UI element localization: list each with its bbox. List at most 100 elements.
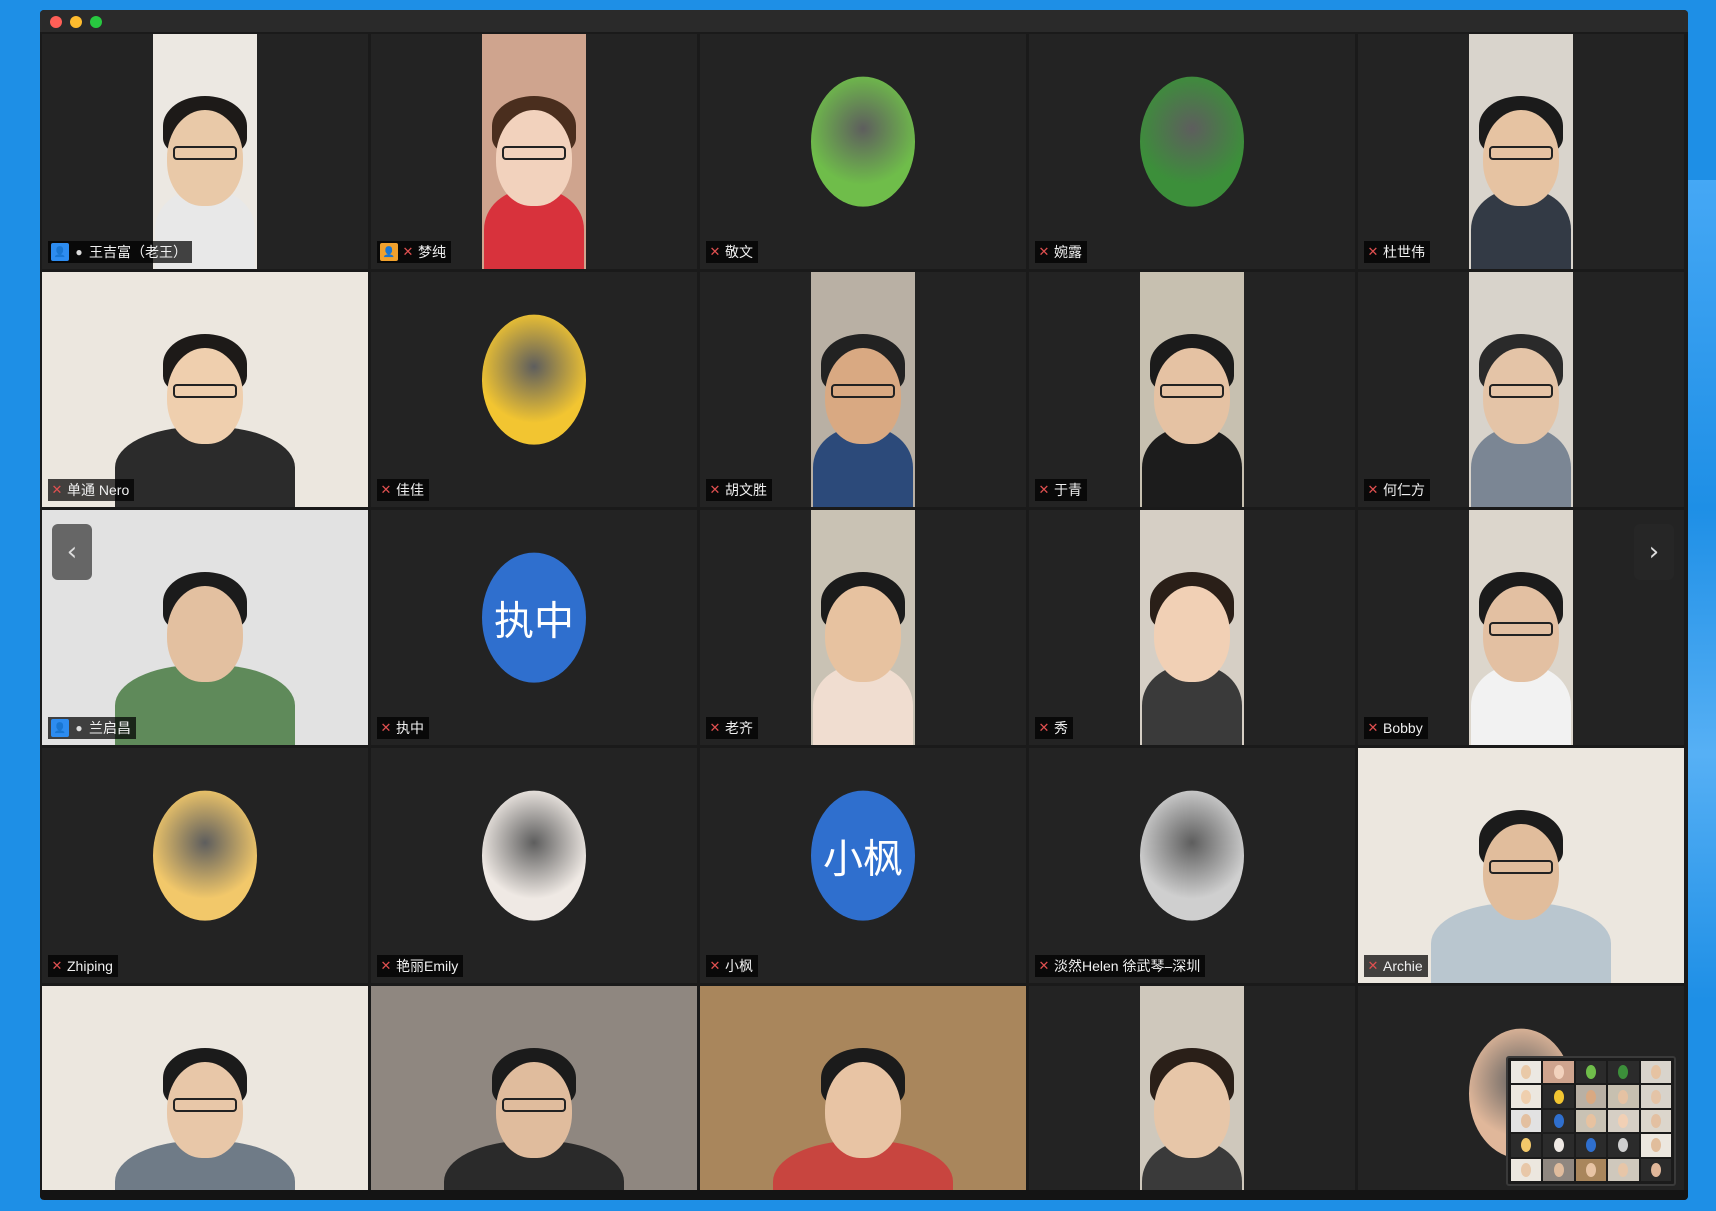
participant-name: 秀	[1054, 720, 1068, 736]
participant-tile[interactable]: ✕ Archie	[1358, 748, 1684, 983]
thumbnail-face	[1618, 1113, 1629, 1128]
participant-name-tag: ✕ Archie	[1364, 955, 1428, 977]
participant-name-tag: ✕ 杜世伟	[1364, 241, 1430, 263]
muted-microphone-icon: ✕	[1367, 720, 1379, 735]
participant-name: 老齐	[725, 720, 753, 736]
thumbnail-face	[1585, 1065, 1596, 1080]
participant-tile[interactable]: ✕冬冬	[700, 986, 1026, 1200]
name-initials-avatar: 小枫	[811, 790, 915, 921]
next-page-button[interactable]: ›	[1634, 524, 1674, 580]
glasses	[502, 1098, 566, 1112]
participant-name: Bobby	[1383, 720, 1423, 736]
participant-name: Zhiping	[67, 958, 113, 974]
microphone-icon: ●	[75, 245, 83, 259]
thumbnail-cell	[1640, 1134, 1671, 1157]
participant-video	[1469, 34, 1573, 269]
participant-tile[interactable]: 执中 ✕ 执中	[371, 510, 697, 745]
thumbnail-cell	[1543, 1134, 1574, 1157]
cat-illustration-icon	[811, 76, 915, 207]
participant-video	[1140, 272, 1244, 507]
participant-video	[1358, 748, 1684, 983]
participant-tile[interactable]: ✕ 淡然Helen 徐武琴–深圳	[1029, 748, 1355, 983]
participant-video	[42, 272, 368, 507]
participant-tile[interactable]: 👤 ● 王吉富（老王）	[42, 34, 368, 269]
glasses	[831, 384, 895, 398]
participant-video	[700, 986, 1026, 1200]
participant-tile[interactable]: ✕新丽	[1029, 986, 1355, 1200]
participant-tile[interactable]: ✕ 何仁方	[1358, 272, 1684, 507]
participant-tile[interactable]: ✕ 单通 Nero	[42, 272, 368, 507]
woman-portrait-icon	[482, 790, 586, 921]
participant-video	[371, 986, 697, 1200]
participant-name-tag: ✕ 淡然Helen 徐武琴–深圳	[1035, 955, 1206, 977]
participant-name-tag: 👤 ● 兰启昌	[48, 717, 136, 739]
participant-name-tag: ✕ 何仁方	[1364, 479, 1430, 501]
thumbnail-cell	[1543, 1109, 1574, 1133]
host-badge-icon: 👤	[51, 243, 69, 261]
participant-video	[1140, 510, 1244, 745]
thumbnail-face	[1521, 1162, 1532, 1177]
participant-tile[interactable]: ✕晓晓	[42, 986, 368, 1200]
title-bar	[40, 10, 1688, 32]
participant-tile[interactable]: ✕ 敬文	[700, 34, 1026, 269]
participant-tile[interactable]: ✕ 老齐	[700, 510, 1026, 745]
glasses	[502, 146, 566, 160]
thumbnail-face	[1521, 1113, 1532, 1128]
participant-face	[1154, 1062, 1230, 1158]
thumbnail-face	[1650, 1138, 1661, 1153]
participant-tile[interactable]: ✕frank	[371, 986, 697, 1200]
lotus-flower-icon	[1140, 76, 1244, 207]
participant-name-tag: 👤 ✕ 梦纯	[377, 241, 451, 263]
participant-name-tag: ✕ 执中	[377, 717, 429, 739]
thumbnail-cell	[1511, 1061, 1542, 1084]
microphone-icon: ●	[75, 721, 83, 735]
thumbnail-cell	[1575, 1061, 1607, 1084]
minimize-window-button[interactable]	[70, 16, 82, 28]
thumbnail-cell	[1543, 1158, 1574, 1181]
thumbnail-cell	[1511, 1158, 1542, 1181]
participant-tile[interactable]: ✕ 胡文胜	[700, 272, 1026, 507]
thumbnail-face	[1553, 1138, 1564, 1153]
participant-name: 婉露	[1054, 244, 1082, 260]
maximize-window-button[interactable]	[90, 16, 102, 28]
participant-tile[interactable]: ✕ 佳佳	[371, 272, 697, 507]
participant-name: 小枫	[725, 958, 753, 974]
thumbnail-face	[1618, 1065, 1629, 1080]
participant-tile[interactable]: ✕ 秀	[1029, 510, 1355, 745]
participant-tile[interactable]: 👤 ✕ 梦纯	[371, 34, 697, 269]
thumbnail-face	[1585, 1089, 1596, 1104]
muted-microphone-icon: ✕	[380, 482, 392, 497]
woman-portrait-icon	[1140, 790, 1244, 921]
close-window-button[interactable]	[50, 16, 62, 28]
participant-video	[1469, 272, 1573, 507]
participant-name-tag: ✕ 小枫	[706, 955, 758, 977]
thumbnail-cell	[1608, 1061, 1639, 1084]
thumbnail-face	[1553, 1113, 1564, 1128]
participant-tile[interactable]: 小枫 ✕ 小枫	[700, 748, 1026, 983]
thumbnail-face	[1650, 1089, 1661, 1104]
muted-microphone-icon: ✕	[1038, 720, 1050, 735]
thumbnail-face	[1553, 1162, 1564, 1177]
thumbnail-face	[1650, 1162, 1661, 1177]
thumbnail-face	[1553, 1089, 1564, 1104]
muted-microphone-icon: ✕	[1038, 958, 1050, 973]
muted-microphone-icon: ✕	[402, 244, 414, 259]
thumbnail-cell	[1511, 1085, 1542, 1108]
thumbnail-face	[1585, 1138, 1596, 1153]
participant-tile[interactable]: ✕ 于青	[1029, 272, 1355, 507]
gallery-thumbnail-preview[interactable]	[1506, 1056, 1676, 1186]
participant-tile[interactable]: ✕ 婉露	[1029, 34, 1355, 269]
participant-tile[interactable]: ✕ 艳丽Emily	[371, 748, 697, 983]
previous-page-button[interactable]: ‹	[52, 524, 92, 580]
thumbnail-face	[1585, 1113, 1596, 1128]
muted-microphone-icon: ✕	[709, 958, 721, 973]
thumbnail-cell	[1640, 1158, 1671, 1181]
muted-microphone-icon: ✕	[1367, 482, 1379, 497]
participant-face	[1154, 586, 1230, 682]
muted-microphone-icon: ✕	[1038, 244, 1050, 259]
participant-name: 单通 Nero	[67, 482, 130, 498]
participant-video	[153, 34, 257, 269]
participant-tile[interactable]: ✕ 杜世伟	[1358, 34, 1684, 269]
participant-tile[interactable]: ✕ Zhiping	[42, 748, 368, 983]
muted-microphone-icon: ✕	[1367, 958, 1379, 973]
